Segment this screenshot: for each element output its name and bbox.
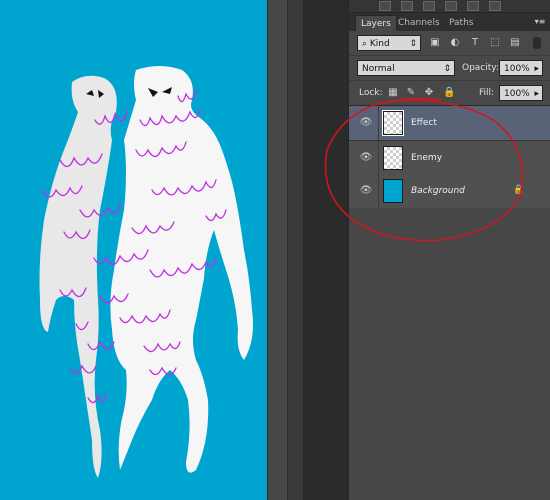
lock-row: Lock: ▦ ✎ ✥ 🔒 Fill: 100% ▸	[349, 80, 550, 106]
layer-name[interactable]: Effect	[411, 118, 437, 128]
canvas-scroll-gutter	[267, 0, 288, 500]
opacity-value: 100%	[504, 64, 530, 74]
panel-menu-icon[interactable]: ▾≡	[534, 16, 546, 27]
divider	[378, 141, 379, 175]
layer-thumbnail	[382, 110, 404, 136]
lock-all-icon[interactable]: 🔒	[443, 87, 455, 99]
chevron-updown-icon: ⇕	[443, 64, 451, 74]
layer-name[interactable]: Background	[411, 186, 465, 196]
fill-field[interactable]: 100% ▸	[499, 85, 543, 101]
tool-button-icon[interactable]	[379, 1, 391, 11]
tab-layers[interactable]: Layers	[355, 15, 397, 32]
image-filter-icon[interactable]: ▣	[429, 37, 441, 49]
eye-icon[interactable]: 👁	[359, 151, 373, 165]
blend-mode-select[interactable]: Normal ⇕	[357, 60, 455, 76]
divider	[378, 106, 379, 140]
layers-panel: Layers Channels Paths ▾≡ ⌕ Kind ⇕ ▣ ◐ T ⬚…	[348, 0, 550, 500]
vertical-scrollbar[interactable]	[287, 0, 304, 500]
lock-move-icon[interactable]: ✥	[423, 87, 435, 99]
workspace-background	[303, 0, 348, 500]
opacity-field[interactable]: 100% ▸	[499, 60, 543, 76]
document-canvas[interactable]	[0, 0, 267, 500]
smart-object-filter-icon[interactable]: ▤	[509, 37, 521, 49]
layer-row-enemy[interactable]: 👁 Enemy	[349, 141, 550, 176]
ghost-artwork	[39, 66, 254, 478]
layer-filter-row: ⌕ Kind ⇕ ▣ ◐ T ⬚ ▤	[349, 31, 550, 55]
shape-filter-icon[interactable]: ⬚	[489, 37, 501, 49]
filter-toggle-icon[interactable]	[533, 37, 541, 49]
tool-button-icon[interactable]	[467, 1, 479, 11]
chevron-down-icon[interactable]: ▸	[534, 86, 539, 102]
tool-button-icon[interactable]	[489, 1, 501, 11]
lock-paint-icon[interactable]: ✎	[405, 87, 417, 99]
chevron-down-icon[interactable]: ▸	[534, 61, 539, 77]
opacity-label: Opacity:	[462, 63, 499, 73]
type-filter-icon[interactable]: T	[469, 37, 481, 49]
lock-label: Lock:	[359, 88, 383, 98]
fill-value: 100%	[504, 89, 530, 99]
layer-row-background[interactable]: 👁 Background 🔒	[349, 174, 550, 209]
kind-filter-select[interactable]: ⌕ Kind ⇕	[357, 35, 421, 51]
front-ghost	[110, 66, 254, 473]
tool-button-icon[interactable]	[401, 1, 413, 11]
adjustment-filter-icon[interactable]: ◐	[449, 37, 461, 49]
eye-icon[interactable]: 👁	[359, 184, 373, 198]
tab-channels[interactable]: Channels	[393, 15, 445, 31]
panel-top-toolbar	[349, 0, 550, 13]
layer-name[interactable]: Enemy	[411, 153, 442, 163]
tool-button-icon[interactable]	[445, 1, 457, 11]
fill-label: Fill:	[479, 88, 495, 98]
lock-transparent-icon[interactable]: ▦	[387, 87, 399, 99]
back-ghost	[39, 75, 117, 478]
search-icon: ⌕	[362, 39, 370, 49]
tab-paths[interactable]: Paths	[444, 15, 478, 31]
lock-icon: 🔒	[513, 185, 525, 195]
panel-tabs: Layers Channels Paths ▾≡	[349, 13, 550, 32]
layers-empty-area	[349, 208, 550, 500]
kind-label: Kind	[369, 39, 390, 49]
chevron-updown-icon: ⇕	[409, 39, 417, 49]
layer-row-effect[interactable]: 👁 Effect	[349, 106, 550, 141]
layer-thumbnail	[383, 179, 403, 203]
tool-button-icon[interactable]	[423, 1, 435, 11]
blend-mode-row: Normal ⇕ Opacity: 100% ▸	[349, 55, 550, 80]
blend-mode-value: Normal	[362, 64, 395, 74]
eye-icon[interactable]: 👁	[359, 116, 373, 130]
layer-thumbnail	[383, 146, 403, 170]
divider	[378, 174, 379, 208]
